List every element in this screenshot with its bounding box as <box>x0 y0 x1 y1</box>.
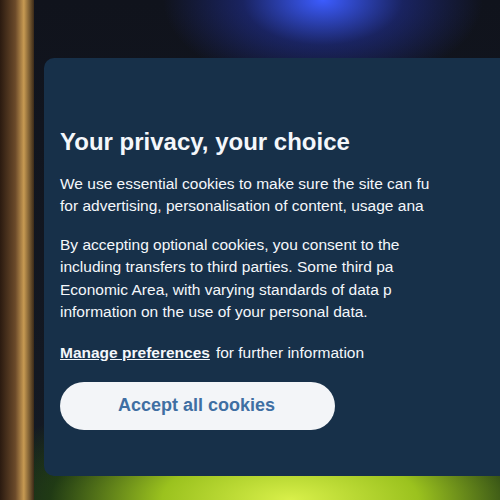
paragraph-line: By accepting optional cookies, you conse… <box>60 234 492 256</box>
phone-bezel <box>0 0 34 500</box>
paragraph-line: We use essential cookies to make sure th… <box>60 173 492 195</box>
accept-all-button[interactable]: Accept all cookies <box>60 382 335 430</box>
phone-screen: Your privacy, your choice We use essentia… <box>34 0 500 500</box>
banner-paragraph: We use essential cookies to make sure th… <box>60 173 492 218</box>
manage-preferences-link[interactable]: Manage preferences <box>60 344 210 362</box>
cookie-banner: Your privacy, your choice We use essentia… <box>44 58 500 476</box>
preferences-row: Manage preferences for further informatio… <box>60 344 492 362</box>
banner-title: Your privacy, your choice <box>60 128 492 157</box>
paragraph-line: Economic Area, with varying standards of… <box>60 279 492 301</box>
paragraph-line: including transfers to third parties. So… <box>60 256 492 278</box>
preferences-note: for further information <box>216 344 364 362</box>
paragraph-line: for advertising, personalisation of cont… <box>60 195 492 217</box>
paragraph-line: information on the use of your personal … <box>60 301 492 323</box>
banner-paragraph: By accepting optional cookies, you conse… <box>60 234 492 324</box>
